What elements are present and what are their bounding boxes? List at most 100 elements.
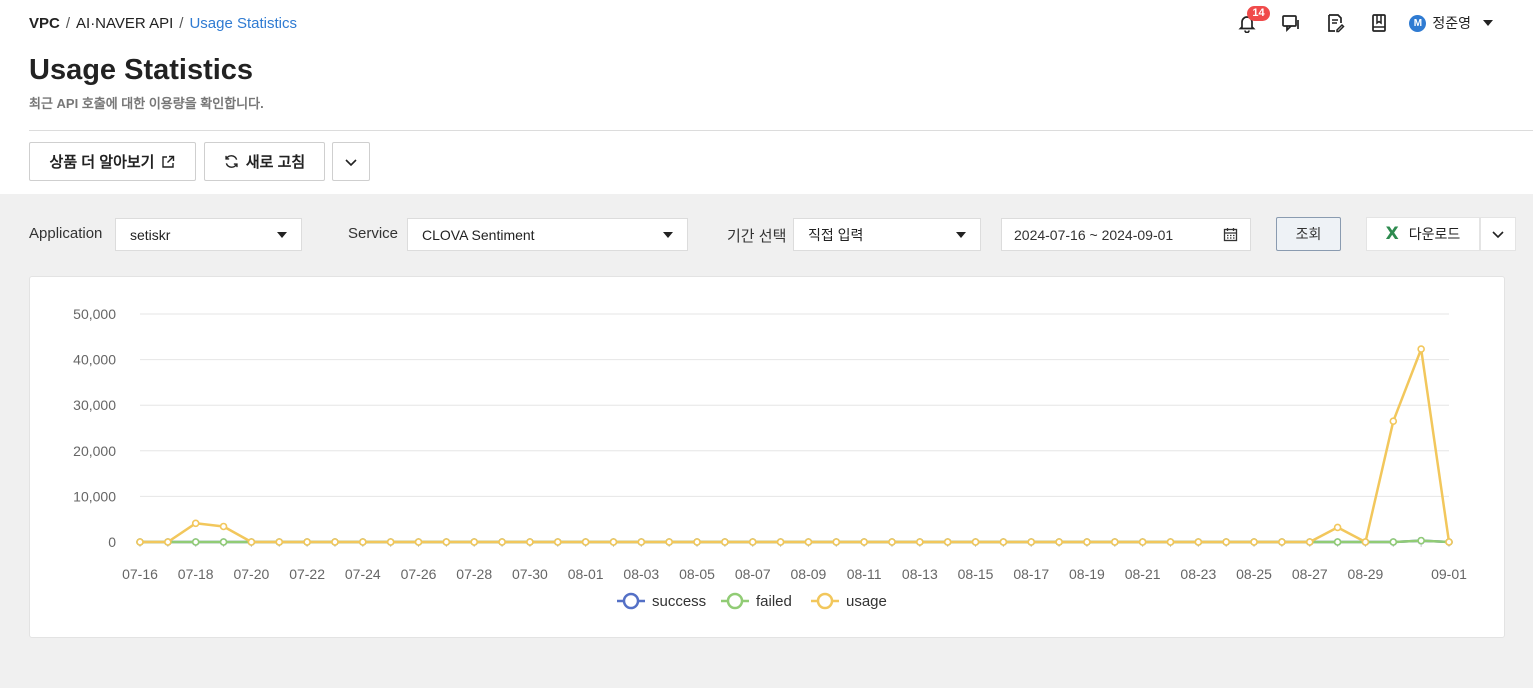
header-toolbar: 14 M 정준영 [1225, 6, 1493, 36]
excel-icon: X [1385, 224, 1399, 244]
x-tick-label: 08-25 [1236, 566, 1272, 582]
data-point-usage [721, 538, 729, 546]
breadcrumb: VPC / AI·NAVER API / Usage Statistics [29, 15, 297, 32]
x-tick-label: 08-13 [902, 566, 938, 582]
data-point-usage [303, 538, 311, 546]
data-point-usage [943, 538, 952, 546]
page-subtitle: 최근 API 호출에 대한 이용량을 확인합니다. [29, 96, 264, 111]
data-point-usage [999, 538, 1008, 546]
data-point-usage [1194, 538, 1203, 546]
breadcrumb-current[interactable]: Usage Statistics [189, 15, 297, 32]
avatar: M [1409, 14, 1427, 32]
data-point-usage [1445, 538, 1453, 546]
data-point-usage [748, 538, 757, 546]
data-point-usage [386, 538, 395, 546]
service-label: Service [348, 225, 399, 242]
usage-line-chart: 0 10,000 20,000 30,000 40,000 50,000 07-16 07-1… [73, 306, 1467, 610]
period-value: 직접 입력 [808, 226, 864, 243]
y-tick-label: 50,000 [73, 306, 116, 322]
download-button[interactable]: X 다운로드 [1366, 217, 1480, 251]
data-point-usage [1055, 538, 1063, 546]
x-tick-label: 07-26 [401, 566, 437, 582]
data-point-usage [1083, 538, 1091, 546]
guide-book-button[interactable] [1357, 10, 1401, 36]
x-tick-label: 08-05 [679, 566, 715, 582]
caret-down-icon [1483, 20, 1493, 26]
data-point-usage [359, 538, 367, 546]
user-menu[interactable]: M 정준영 [1409, 13, 1493, 33]
edit-note-button[interactable] [1313, 10, 1357, 36]
refresh-button[interactable]: 새로 고침 [204, 142, 325, 181]
period-label: 기간 선택 [727, 228, 787, 245]
caret-down-icon [956, 232, 966, 238]
y-tick-label: 30,000 [73, 397, 116, 413]
data-point-usage [553, 538, 562, 546]
data-point-usage [1138, 538, 1147, 546]
data-point-usage [832, 538, 841, 546]
application-value: setiskr [130, 226, 171, 243]
chevron-down-icon [1492, 231, 1504, 239]
caret-down-icon [277, 232, 287, 238]
data-point-usage [1305, 538, 1314, 546]
data-point-usage [414, 538, 423, 546]
data-point-usage [331, 538, 339, 546]
application-select[interactable]: setiskr [115, 218, 302, 251]
date-range-input[interactable]: 2024-07-16 ~ 2024-09-01 [1001, 218, 1251, 251]
refresh-icon [225, 155, 238, 168]
data-point-usage [136, 538, 144, 546]
y-tick-label: 10,000 [73, 488, 116, 504]
y-tick-label: 40,000 [73, 352, 116, 368]
data-point-usage [888, 538, 896, 546]
y-tick-label: 20,000 [73, 443, 116, 459]
data-point-usage [1361, 538, 1370, 546]
notification-badge: 14 [1247, 6, 1270, 21]
application-label: Application [29, 225, 103, 242]
x-tick-label: 07-16 [122, 566, 158, 582]
notification-button[interactable]: 14 [1225, 6, 1270, 36]
data-point-failed [1417, 536, 1425, 545]
data-point-usage [1333, 523, 1342, 532]
data-point-usage [526, 538, 534, 546]
data-point-usage [1110, 538, 1119, 546]
data-point-usage [442, 538, 451, 546]
page-title: Usage Statistics [29, 54, 254, 86]
data-point-usage [1166, 538, 1175, 546]
query-button[interactable]: 조회 [1276, 217, 1341, 251]
y-tick-label: 0 [108, 534, 116, 550]
learn-more-button[interactable]: 상품 더 알아보기 [29, 142, 196, 181]
service-value: CLOVA Sentiment [422, 226, 535, 243]
more-actions-button[interactable] [332, 142, 370, 181]
data-point-usage [665, 538, 673, 546]
data-point-failed [219, 538, 228, 546]
data-point-failed [191, 538, 200, 546]
data-point-failed [1389, 538, 1398, 546]
breadcrumb-vpc[interactable]: VPC [29, 15, 60, 32]
data-point-usage [164, 538, 172, 546]
data-point-failed [1333, 538, 1342, 546]
usage-chart-card: 0 10,000 20,000 30,000 40,000 50,000 07-16 07-1… [29, 276, 1505, 638]
data-point-usage [470, 538, 479, 546]
data-point-usage [804, 538, 813, 546]
external-link-icon [162, 155, 175, 168]
chat-button[interactable] [1269, 10, 1313, 36]
x-tick-label: 08-01 [568, 566, 604, 582]
series-line-usage [140, 347, 1451, 544]
header-area: VPC / AI·NAVER API / Usage Statistics 14… [0, 0, 1533, 194]
x-tick-label: 07-24 [345, 566, 381, 582]
data-point-usage [971, 538, 980, 546]
breadcrumb-ai-naver-api[interactable]: AI·NAVER API [76, 15, 173, 32]
x-tick-label: 08-15 [958, 566, 994, 582]
x-tick-label: 07-28 [456, 566, 492, 582]
x-tick-label: 07-20 [233, 566, 269, 582]
calendar-icon [1223, 228, 1238, 242]
x-tick-label: 09-01 [1431, 566, 1467, 582]
service-select[interactable]: CLOVA Sentiment [407, 218, 688, 251]
x-tick-label: 07-30 [512, 566, 548, 582]
download-options-button[interactable] [1480, 217, 1516, 251]
data-point-usage [191, 519, 200, 528]
legend-label-success: success [652, 593, 706, 610]
x-tick-label: 08-03 [623, 566, 659, 582]
period-select[interactable]: 직접 입력 [793, 218, 981, 251]
legend-marker-success [622, 592, 640, 610]
x-tick-label: 08-21 [1125, 566, 1161, 582]
